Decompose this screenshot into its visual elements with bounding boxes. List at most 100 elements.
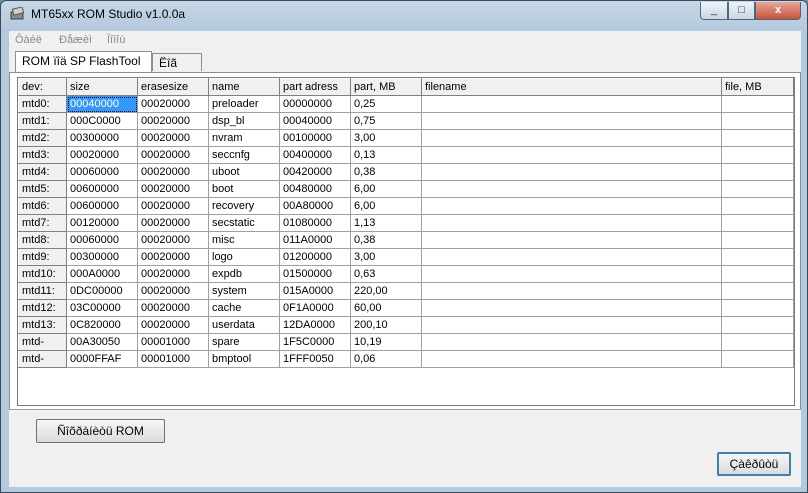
table-cell[interactable]: 00020000 <box>137 282 209 300</box>
table-cell[interactable]: 00400000 <box>279 146 351 164</box>
table-cell[interactable]: spare <box>208 333 280 351</box>
table-cell[interactable]: 00000000 <box>279 95 351 113</box>
table-cell[interactable]: 00020000 <box>137 197 209 215</box>
table-cell[interactable]: 015A0000 <box>279 282 351 300</box>
maximize-button[interactable]: □ <box>728 2 755 20</box>
table-cell[interactable]: 0,38 <box>350 231 422 249</box>
table-cell[interactable]: 00001000 <box>137 333 209 351</box>
table-cell[interactable]: 00A80000 <box>279 197 351 215</box>
table-cell[interactable] <box>421 112 722 130</box>
table-cell[interactable]: 00020000 <box>137 112 209 130</box>
table-cell[interactable] <box>721 163 794 181</box>
table-row[interactable]: mtd0: 00040000 00020000 preloader 00000000 0,… <box>18 95 794 113</box>
table-cell[interactable] <box>721 299 794 317</box>
table-cell[interactable] <box>421 163 722 181</box>
table-cell[interactable] <box>421 146 722 164</box>
table-cell[interactable]: 6,00 <box>350 180 422 198</box>
tab-rom[interactable]: ROM ïîä SP FlashTool <box>15 51 152 72</box>
column-header[interactable]: name <box>208 78 280 96</box>
table-cell[interactable] <box>721 265 794 283</box>
table-cell[interactable]: 1F5C0000 <box>279 333 351 351</box>
table-cell[interactable]: 00600000 <box>66 197 138 215</box>
table-cell[interactable]: 00120000 <box>66 214 138 232</box>
save-rom-button[interactable]: Ñîõðàíèòü ROM <box>36 419 165 443</box>
table-cell[interactable] <box>421 231 722 249</box>
table-row[interactable]: mtd- 0000FFAF 00001000 bmptool 1FFF0050 0,06 <box>18 350 794 368</box>
table-cell[interactable]: 000C0000 <box>66 112 138 130</box>
table-cell[interactable] <box>721 95 794 113</box>
table-cell[interactable]: 01200000 <box>279 248 351 266</box>
tab-log[interactable]: Ëîã <box>152 53 202 71</box>
table-cell[interactable] <box>421 350 722 368</box>
table-cell[interactable]: 0,38 <box>350 163 422 181</box>
column-header[interactable]: part adress <box>279 78 351 96</box>
table-cell[interactable] <box>421 214 722 232</box>
table-cell[interactable]: 0,13 <box>350 146 422 164</box>
title-bar[interactable]: MT65xx ROM Studio v1.0.0a _ □ x <box>1 1 807 29</box>
table-cell[interactable] <box>721 180 794 198</box>
table-cell[interactable]: preloader <box>208 95 280 113</box>
table-cell[interactable] <box>421 95 722 113</box>
table-cell[interactable]: 1FFF0050 <box>279 350 351 368</box>
table-cell[interactable]: 3,00 <box>350 248 422 266</box>
table-cell[interactable] <box>721 282 794 300</box>
table-row[interactable]: mtd5: 00600000 00020000 boot 00480000 6,00 <box>18 180 794 198</box>
menu-item-help[interactable]: Ïîìîù <box>107 34 125 46</box>
table-cell[interactable]: cache <box>208 299 280 317</box>
table-row[interactable]: mtd6: 00600000 00020000 recovery 00A80000 6,0… <box>18 197 794 215</box>
table-cell[interactable]: nvram <box>208 129 280 147</box>
table-cell[interactable]: 00020000 <box>137 180 209 198</box>
table-cell[interactable] <box>721 214 794 232</box>
minimize-button[interactable]: _ <box>700 2 728 20</box>
table-cell[interactable] <box>421 248 722 266</box>
table-row[interactable]: mtd10: 000A0000 00020000 expdb 01500000 0,63 <box>18 265 794 283</box>
table-cell[interactable] <box>421 180 722 198</box>
table-cell[interactable]: 0,75 <box>350 112 422 130</box>
table-cell[interactable]: 00001000 <box>137 350 209 368</box>
table-cell[interactable]: misc <box>208 231 280 249</box>
table-cell[interactable]: expdb <box>208 265 280 283</box>
table-cell[interactable]: 10,19 <box>350 333 422 351</box>
table-cell[interactable]: 011A0000 <box>279 231 351 249</box>
table-cell[interactable]: 0,06 <box>350 350 422 368</box>
table-cell[interactable]: 00480000 <box>279 180 351 198</box>
table-cell[interactable]: 00020000 <box>137 129 209 147</box>
table-cell[interactable]: 60,00 <box>350 299 422 317</box>
column-header[interactable]: size <box>66 78 138 96</box>
table-row[interactable]: mtd2: 00300000 00020000 nvram 00100000 3,00 <box>18 129 794 147</box>
table-cell[interactable]: 0,63 <box>350 265 422 283</box>
table-row[interactable]: mtd- 00A30050 00001000 spare 1F5C0000 10,19 <box>18 333 794 351</box>
column-header[interactable]: filename <box>421 78 722 96</box>
table-cell[interactable]: 00020000 <box>137 248 209 266</box>
table-cell[interactable]: 6,00 <box>350 197 422 215</box>
table-cell[interactable] <box>721 129 794 147</box>
table-cell[interactable] <box>721 146 794 164</box>
table-cell[interactable]: system <box>208 282 280 300</box>
table-row[interactable]: mtd4: 00060000 00020000 uboot 00420000 0,38 <box>18 163 794 181</box>
table-cell[interactable] <box>721 350 794 368</box>
table-cell[interactable]: bmptool <box>208 350 280 368</box>
table-cell[interactable]: 00300000 <box>66 129 138 147</box>
table-cell[interactable]: 00020000 <box>137 316 209 334</box>
table-cell[interactable]: 03C00000 <box>66 299 138 317</box>
table-row[interactable]: mtd7: 00120000 00020000 secstatic 01080000 1,… <box>18 214 794 232</box>
table-cell[interactable]: 01080000 <box>279 214 351 232</box>
table-cell[interactable]: 220,00 <box>350 282 422 300</box>
table-cell[interactable] <box>721 112 794 130</box>
table-cell[interactable]: 00020000 <box>137 299 209 317</box>
table-row[interactable]: mtd13: 0C820000 00020000 userdata 12DA0000 20… <box>18 316 794 334</box>
column-header[interactable]: file, MB <box>721 78 794 96</box>
table-cell[interactable]: dsp_bl <box>208 112 280 130</box>
table-cell[interactable]: 0C820000 <box>66 316 138 334</box>
table-cell[interactable] <box>421 197 722 215</box>
table-row[interactable]: mtd1: 000C0000 00020000 dsp_bl 00040000 0,75 <box>18 112 794 130</box>
table-cell[interactable]: 01500000 <box>279 265 351 283</box>
column-header[interactable]: dev: <box>18 78 67 96</box>
table-cell[interactable]: secstatic <box>208 214 280 232</box>
table-cell[interactable]: 0,25 <box>350 95 422 113</box>
table-cell[interactable] <box>721 231 794 249</box>
table-cell[interactable]: 0F1A0000 <box>279 299 351 317</box>
table-cell[interactable] <box>421 333 722 351</box>
table-cell[interactable] <box>421 316 722 334</box>
table-cell[interactable]: 00060000 <box>66 163 138 181</box>
